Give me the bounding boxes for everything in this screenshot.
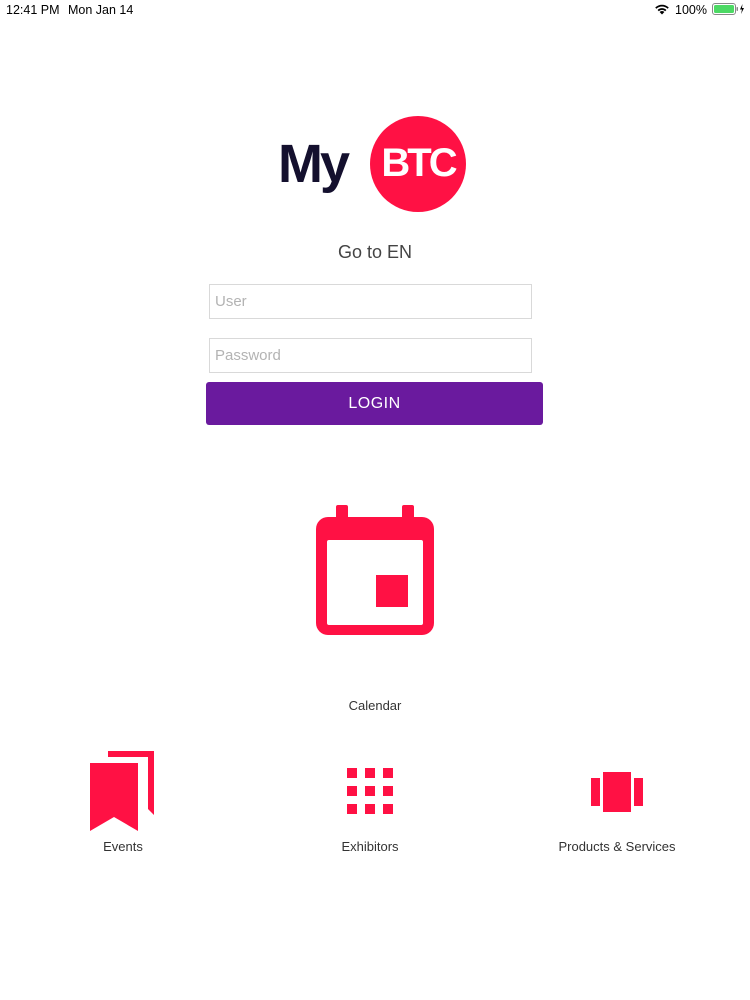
status-indicators: 100% bbox=[654, 2, 746, 18]
products-services-label: Products & Services bbox=[558, 839, 676, 854]
bookmarks-icon bbox=[90, 751, 154, 831]
logo-text-btc: BTC bbox=[381, 141, 457, 185]
nav-exhibitors[interactable]: Exhibitors bbox=[270, 745, 470, 860]
events-label: Events bbox=[103, 839, 143, 854]
carousel-icon bbox=[591, 772, 643, 812]
status-date: Mon Jan 14 bbox=[68, 3, 134, 17]
app-logo: My BTC bbox=[278, 114, 468, 214]
calendar-tile[interactable]: Calendar bbox=[300, 495, 450, 715]
nav-products-services[interactable]: Products & Services bbox=[517, 745, 717, 860]
wifi-icon bbox=[654, 3, 670, 18]
battery-charging-icon bbox=[712, 2, 746, 18]
calendar-label: Calendar bbox=[348, 698, 402, 713]
battery-percent: 100% bbox=[675, 3, 707, 17]
exhibitors-label: Exhibitors bbox=[341, 839, 399, 854]
login-button[interactable]: LOGIN bbox=[206, 382, 543, 425]
status-time: 12:41 PM bbox=[6, 3, 60, 17]
user-input[interactable] bbox=[209, 284, 532, 319]
status-bar: 12:41 PM Mon Jan 14 100% bbox=[0, 0, 750, 20]
grid-icon bbox=[347, 768, 393, 814]
calendar-icon bbox=[316, 505, 434, 635]
logo-text-my: My bbox=[278, 134, 350, 194]
password-input[interactable] bbox=[209, 338, 532, 373]
nav-events[interactable]: Events bbox=[23, 745, 223, 860]
language-switch-link[interactable]: Go to EN bbox=[0, 242, 750, 263]
